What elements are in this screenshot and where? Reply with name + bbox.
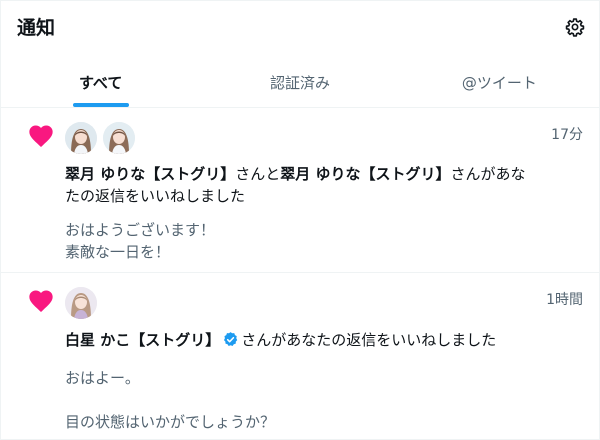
avatar-image <box>65 122 97 154</box>
avatar-group <box>65 122 135 154</box>
avatar[interactable] <box>103 122 135 154</box>
tab-label: すべて <box>78 73 123 92</box>
notification-text: 翠月 ゆりな【ストグリ】さんと翠月 ゆりな【ストグリ】さんがあなたの返信をいいね… <box>65 163 535 207</box>
avatar-image <box>103 122 135 154</box>
reply-preview: おはよー。 目の状態はいかがでしょうか？ <box>65 369 276 431</box>
heart-icon <box>29 290 53 312</box>
user-name-link[interactable]: 翠月 ゆりな【ストグリ】 <box>280 165 450 183</box>
notifications-panel: 通知 すべて 認証済み @ツイート 17分 翠月 ゆりな【ストグリ】さんと翠月 … <box>0 0 600 440</box>
header: 通知 <box>1 1 599 57</box>
active-tab-indicator <box>72 103 129 107</box>
reply-preview: おはようございます！ 素敵な一日を！ <box>65 221 216 261</box>
avatar[interactable] <box>65 122 97 154</box>
notification-item[interactable]: 17分 翠月 ゆりな【ストグリ】さんと翠月 ゆりな【ストグリ】さんがあなたの返信… <box>1 108 599 273</box>
page-title: 通知 <box>17 17 56 39</box>
timestamp[interactable]: 1時間 <box>546 289 583 309</box>
settings-button[interactable] <box>563 15 587 39</box>
action-text: さんがあなたの返信をいいねしました <box>241 331 497 349</box>
avatar-group <box>65 287 97 319</box>
tab-mentions[interactable]: @ツイート <box>400 57 599 107</box>
timestamp[interactable]: 17分 <box>551 124 583 144</box>
tab-all[interactable]: すべて <box>1 57 200 107</box>
avatar-image <box>65 287 97 319</box>
tab-label: 認証済み <box>269 73 330 92</box>
user-name-link[interactable]: 白星 かこ【ストグリ】 <box>65 331 220 349</box>
heart-icon <box>29 125 53 147</box>
notification-text: 白星 かこ【ストグリ】 さんがあなたの返信をいいねしました <box>65 329 535 351</box>
verified-badge-icon <box>224 332 238 346</box>
user-name-link[interactable]: 翠月 ゆりな【ストグリ】 <box>65 165 235 183</box>
tab-label: @ツイート <box>461 73 537 92</box>
tab-bar: すべて 認証済み @ツイート <box>1 57 599 108</box>
tab-verified[interactable]: 認証済み <box>200 57 399 107</box>
connector-text: さんと <box>235 165 281 183</box>
gear-icon <box>565 18 585 37</box>
avatar[interactable] <box>65 287 97 319</box>
notification-item[interactable]: 1時間 白星 かこ【ストグリ】 さんがあなたの返信をいいねしました おはよー。 目… <box>1 273 599 439</box>
